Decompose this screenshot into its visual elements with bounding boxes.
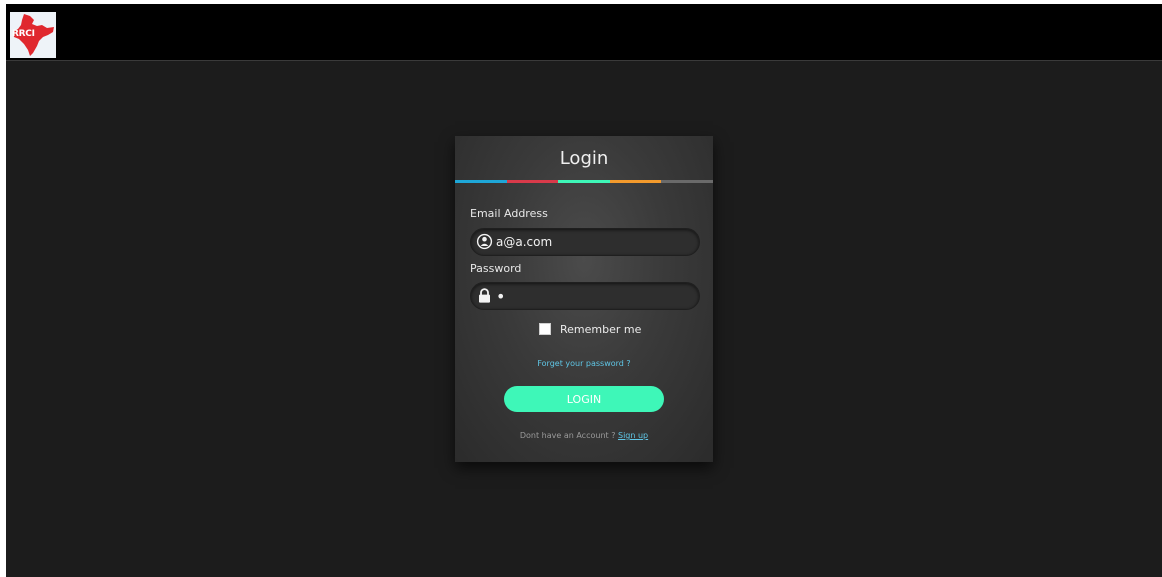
email-label: Email Address	[470, 207, 548, 220]
color-strip-segment	[506, 180, 559, 183]
remember-me-row[interactable]: Remember me	[539, 322, 641, 336]
forgot-password-link[interactable]: Forget your password ?	[455, 359, 713, 368]
color-strip-segment	[558, 180, 610, 183]
login-button[interactable]: LOGIN	[504, 386, 664, 412]
remember-me-checkbox[interactable]	[539, 323, 551, 335]
login-title: Login	[559, 148, 609, 169]
remember-me-label[interactable]: Remember me	[560, 323, 641, 336]
signup-link[interactable]: Sign up	[618, 431, 648, 440]
password-label: Password	[470, 262, 522, 275]
signup-prompt: Dont have an Account ?	[519, 431, 618, 440]
top-navigation-bar: RRCI	[6, 4, 1162, 61]
rrci-logo[interactable]: RRCI	[10, 12, 56, 58]
password-field-wrapper[interactable]	[470, 282, 700, 310]
password-input[interactable]	[496, 286, 691, 306]
signup-row: Dont have an Account ? Sign up	[455, 431, 713, 440]
color-strip-segment	[609, 180, 662, 183]
app-window: RRCI Login Email Address Password	[6, 4, 1162, 577]
login-card: Login Email Address Password	[455, 136, 713, 462]
email-field-wrapper[interactable]	[470, 228, 700, 256]
email-input[interactable]	[496, 232, 691, 252]
user-icon	[476, 233, 493, 250]
color-strip-segment	[455, 180, 507, 183]
color-strip-segment	[661, 180, 713, 183]
color-strip	[455, 180, 713, 183]
logo-text: RRCI	[12, 29, 35, 39]
lock-icon	[479, 288, 490, 303]
